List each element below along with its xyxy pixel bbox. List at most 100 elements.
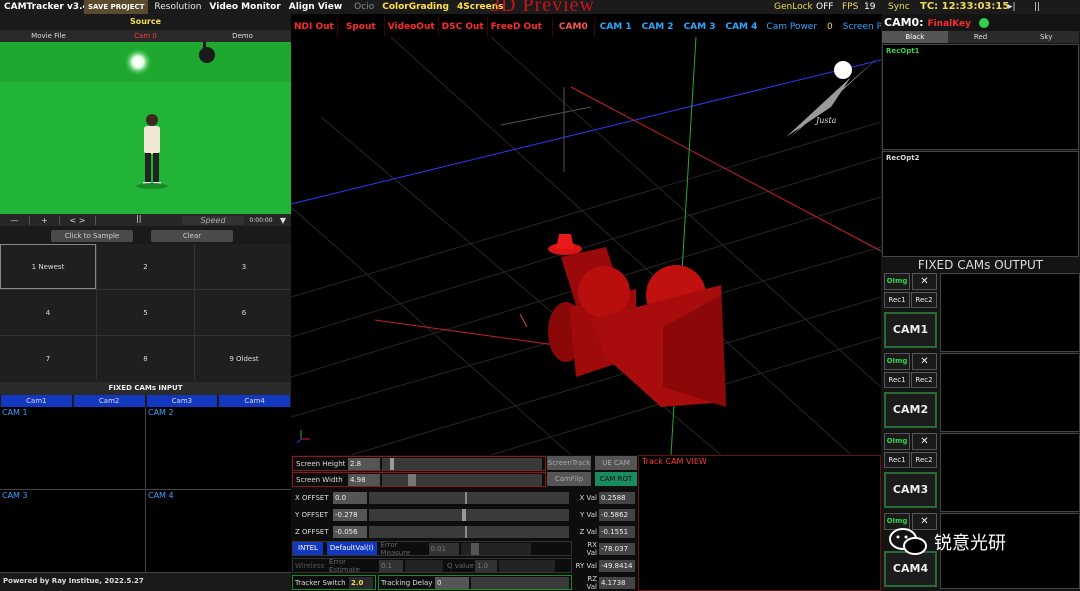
cam1-output-view[interactable]: [940, 273, 1080, 352]
sample-slot[interactable]: 1 Newest: [0, 244, 96, 289]
rec2-button[interactable]: Rec2: [911, 292, 937, 308]
cam4-button[interactable]: CAM 4: [720, 22, 762, 32]
screen-width-slider[interactable]: [382, 473, 542, 486]
pause-icon[interactable]: ||: [1030, 0, 1044, 14]
step-forward-icon[interactable]: ▸|: [1004, 0, 1020, 14]
tab-cam0[interactable]: Cam 0: [97, 30, 194, 42]
y-offset-slider[interactable]: [369, 508, 569, 521]
speed-label[interactable]: Speed: [182, 215, 244, 225]
oimg-button[interactable]: OImg: [884, 273, 910, 290]
screen-height-slider[interactable]: [382, 457, 542, 470]
screen-height-field[interactable]: 2.8: [348, 457, 380, 470]
cam-flip-button[interactable]: CamFlip: [547, 472, 591, 486]
clear-button[interactable]: Clear: [151, 230, 233, 242]
click-to-sample-button[interactable]: Click to Sample: [51, 230, 133, 242]
dropdown-icon[interactable]: ▼: [278, 216, 288, 225]
cam-input-view[interactable]: CAM 3: [0, 490, 145, 572]
tab-cam3[interactable]: Cam3: [146, 395, 218, 407]
cam-input-view[interactable]: CAM 2: [146, 407, 291, 489]
rec2-button[interactable]: Rec2: [911, 372, 937, 388]
rec1-button[interactable]: Rec1: [884, 372, 910, 388]
menu-resolution[interactable]: Resolution: [150, 0, 205, 14]
x-offset-slider[interactable]: [369, 491, 569, 504]
rec-opt2-panel[interactable]: RecOpt2: [882, 151, 1079, 257]
cam2-button[interactable]: CAM 2: [637, 22, 679, 32]
source-video-feed[interactable]: [0, 42, 291, 214]
intel-button[interactable]: INTEL: [293, 542, 323, 555]
tracking-delay-field[interactable]: 0: [435, 576, 469, 589]
tab-black[interactable]: Black: [882, 31, 948, 43]
tab-cam4[interactable]: Cam4: [219, 395, 290, 407]
screen-width-field[interactable]: 4.98: [348, 473, 380, 486]
cam2-output-button[interactable]: CAM2: [884, 392, 937, 428]
sample-slot[interactable]: 7: [0, 336, 96, 382]
error-measure-field[interactable]: 0.01: [428, 542, 459, 555]
sample-slot[interactable]: 5: [97, 290, 194, 335]
oimg-button[interactable]: OImg: [884, 433, 910, 450]
tab-demo[interactable]: Demo: [194, 30, 291, 42]
menu-color-grading[interactable]: ColorGrading: [378, 0, 453, 14]
sample-slot[interactable]: 6: [195, 290, 293, 335]
cam3-button[interactable]: CAM 3: [679, 22, 721, 32]
rec2-button[interactable]: Rec2: [911, 452, 937, 468]
zoom-out-button[interactable]: —: [0, 215, 30, 225]
tab-cam1[interactable]: Cam1: [1, 395, 72, 407]
pause-icon[interactable]: ||: [136, 214, 141, 223]
oimg-button[interactable]: OImg: [884, 353, 910, 370]
q-value-field[interactable]: 1.0: [475, 559, 497, 572]
rec-opt1-panel[interactable]: RecOpt1: [882, 44, 1079, 150]
close-icon[interactable]: ✕: [912, 433, 937, 450]
y-offset-field[interactable]: -0.278: [333, 508, 367, 521]
track-cam-view[interactable]: Track CAM VIEW: [638, 455, 881, 591]
cam-input-view[interactable]: CAM 1: [0, 407, 145, 489]
spout-button[interactable]: Spout: [338, 17, 385, 37]
cam3-output-view[interactable]: [940, 433, 1080, 512]
sample-slot[interactable]: 9 Oldest: [195, 336, 293, 382]
ue-cam-button[interactable]: UE CAM: [595, 456, 637, 470]
genlock-value[interactable]: OFF: [812, 0, 837, 14]
error-estimate-slider[interactable]: [405, 559, 443, 572]
cam1-button[interactable]: CAM 1: [595, 22, 637, 32]
rec1-button[interactable]: Rec1: [884, 452, 910, 468]
save-project-button[interactable]: SAVE PROJECT: [84, 0, 149, 14]
menu-ocio[interactable]: Ocio: [350, 0, 378, 14]
tracking-delay-slider[interactable]: [471, 576, 569, 589]
tab-cam2[interactable]: Cam2: [73, 395, 145, 407]
tab-red[interactable]: Red: [948, 31, 1014, 43]
error-measure-slider[interactable]: [460, 542, 531, 555]
cam-input-view[interactable]: CAM 4: [146, 490, 291, 572]
cam-power-value[interactable]: 0: [821, 22, 839, 32]
step-button[interactable]: < >: [60, 215, 96, 225]
wireless-button[interactable]: Wireless: [293, 562, 329, 570]
x-offset-field[interactable]: 0.0: [333, 491, 367, 504]
close-icon[interactable]: ✕: [912, 273, 937, 290]
cam0-button[interactable]: CAM0: [553, 17, 595, 37]
screen-track-button[interactable]: ScreenTrack: [547, 456, 591, 470]
cam2-output-view[interactable]: [940, 353, 1080, 432]
dsc-out-button[interactable]: DSC Out: [439, 17, 488, 37]
3d-preview-viewport[interactable]: Justa: [291, 37, 881, 455]
error-estimate-field[interactable]: 0.1: [379, 559, 403, 572]
ndi-out-button[interactable]: NDI Out: [291, 17, 338, 37]
z-offset-slider[interactable]: [369, 525, 569, 538]
sync-label[interactable]: Sync: [884, 0, 914, 14]
cam3-output-button[interactable]: CAM3: [884, 472, 937, 508]
close-icon[interactable]: ✕: [912, 353, 937, 370]
rec1-button[interactable]: Rec1: [884, 292, 910, 308]
sample-slot[interactable]: 2: [97, 244, 194, 289]
freed-out-button[interactable]: FreeD Out: [488, 17, 553, 37]
tab-sky[interactable]: Sky: [1013, 31, 1079, 43]
sample-slot[interactable]: 8: [97, 336, 194, 382]
cam1-output-button[interactable]: CAM1: [884, 312, 937, 348]
tracker-switch-field[interactable]: 2.0: [349, 576, 373, 589]
zoom-in-button[interactable]: +: [30, 215, 60, 225]
menu-align-view[interactable]: Align View: [285, 0, 346, 14]
tab-movie-file[interactable]: Movie File: [0, 30, 97, 42]
menu-video-monitor[interactable]: Video Monitor: [205, 0, 284, 14]
cam-rot-button[interactable]: CAM ROT: [595, 472, 637, 486]
default-val-button[interactable]: DefaultVal(I): [326, 542, 377, 555]
sample-slot[interactable]: 3: [195, 244, 293, 289]
video-out-button[interactable]: VideoOut: [385, 17, 439, 37]
sample-slot[interactable]: 4: [0, 290, 96, 335]
z-offset-field[interactable]: -0.056: [333, 525, 367, 538]
